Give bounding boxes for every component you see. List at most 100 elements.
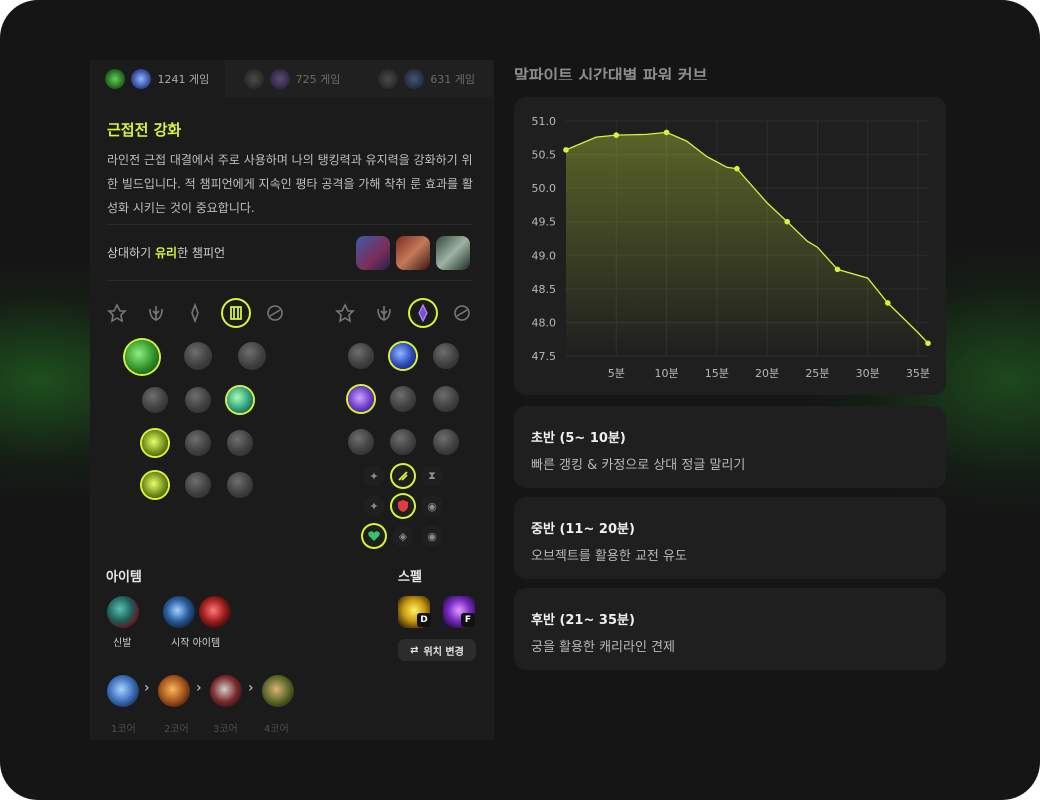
keystone-aftershock-rune[interactable] bbox=[184, 342, 212, 370]
swap-button-label: 위치 변경 bbox=[423, 646, 464, 658]
core-item-4-icon[interactable] bbox=[262, 675, 294, 707]
spell-key-d: D bbox=[417, 613, 431, 627]
power-curve-chart-svg: 51.0 50.5 50.0 49.5 49.0 48.5 48.0 47.5 5분 10분 15분… bbox=[532, 115, 931, 380]
shard-adaptive-icon[interactable]: ✦ bbox=[363, 495, 385, 517]
rune-tree-domination-icon[interactable] bbox=[374, 303, 394, 323]
rune-unflinching[interactable] bbox=[227, 472, 253, 498]
rune-tree-sorcery-icon[interactable] bbox=[410, 300, 436, 326]
champion-portrait[interactable] bbox=[436, 236, 470, 270]
build-tab-3[interactable]: 631 게임 bbox=[359, 60, 494, 97]
phase-title: 중반 (11~ 20분) bbox=[531, 522, 635, 537]
build-tab-1[interactable]: 1241 게임 bbox=[90, 60, 225, 97]
starter-caption: 시작 아이템 bbox=[171, 638, 221, 649]
core-item-1-icon[interactable] bbox=[107, 675, 139, 707]
data-point bbox=[834, 266, 841, 273]
rune-overgrowth[interactable] bbox=[142, 472, 168, 498]
chevron-right-icon: › bbox=[144, 680, 150, 696]
shard-health-scaling-icon[interactable]: ◉ bbox=[421, 525, 443, 547]
rune-conditioning[interactable] bbox=[142, 430, 168, 456]
rune-celerity[interactable] bbox=[390, 386, 416, 412]
divider bbox=[107, 224, 472, 225]
potion-item-icon[interactable] bbox=[199, 596, 231, 628]
y-tick-label: 47.5 bbox=[532, 350, 557, 363]
keystone-grasp-rune[interactable] bbox=[125, 340, 159, 374]
starter-item-icon[interactable] bbox=[163, 596, 195, 628]
items-section-label: 아이템 bbox=[106, 570, 142, 585]
data-point bbox=[734, 165, 740, 172]
core-caption-3: 3코어 bbox=[213, 724, 238, 735]
boots-caption: 신발 bbox=[113, 638, 132, 649]
core-item-3-icon[interactable] bbox=[210, 675, 242, 707]
power-curve-area bbox=[566, 132, 928, 356]
build-panel: 1241 게임 725 게임 631 게임 근접전 강화 라인전 근접 대결에서… bbox=[90, 60, 494, 740]
rune-nullifying-orb[interactable] bbox=[348, 343, 374, 369]
rune-demolish[interactable] bbox=[142, 387, 168, 413]
rune-second-wind[interactable] bbox=[185, 430, 211, 456]
y-tick-label: 49.5 bbox=[532, 216, 557, 229]
build-tab-2[interactable]: 725 게임 bbox=[224, 60, 360, 97]
rune-shield-bash[interactable] bbox=[227, 387, 253, 413]
shard-ability-haste-icon[interactable]: ⧗ bbox=[421, 465, 443, 487]
rune-transcendence[interactable] bbox=[348, 386, 374, 412]
keystone-guardian-rune[interactable] bbox=[238, 342, 266, 370]
y-tick-label: 51.0 bbox=[532, 115, 557, 128]
rune-tree-resolve-icon[interactable] bbox=[223, 300, 249, 326]
shard-adaptive-icon[interactable]: ✦ bbox=[363, 465, 385, 487]
x-tick-label: 15분 bbox=[705, 367, 729, 380]
shard-magic-resist-icon[interactable]: ◉ bbox=[421, 495, 443, 517]
rune-tree-sorcery-icon[interactable] bbox=[185, 302, 205, 324]
build-tab-games: 631 게임 bbox=[430, 72, 476, 86]
phase-desc: 빠른 갱킹 & 카정으로 상대 정글 말리기 bbox=[531, 458, 746, 473]
favorable-matchup-label: 상대하기 유리한 챔피언 bbox=[107, 246, 226, 260]
core-item-2-icon[interactable] bbox=[158, 675, 190, 707]
rune-bone-plating[interactable] bbox=[227, 430, 253, 456]
build-description: 라인전 근접 대결에서 주로 사용하며 나의 탱킹력과 유지력을 강화하기 위한… bbox=[107, 153, 473, 215]
chart-title: 말파이트 시간대별 파워 커브 bbox=[514, 66, 708, 80]
shard-tenacity-icon[interactable]: ◈ bbox=[392, 525, 414, 547]
rune-tree-inspiration-icon[interactable] bbox=[265, 303, 285, 323]
rune-waterwalking[interactable] bbox=[390, 429, 416, 455]
phase-title: 초반 (5~ 10분) bbox=[531, 431, 626, 446]
build-tab-games: 725 게임 bbox=[295, 72, 341, 86]
rune-tree-inspiration-icon[interactable] bbox=[452, 303, 472, 323]
rune-tree-domination-icon[interactable] bbox=[146, 303, 166, 323]
phase-title: 후반 (21~ 35분) bbox=[531, 613, 635, 628]
data-point bbox=[663, 129, 670, 136]
swap-spell-position-button[interactable]: ⇄ 위치 변경 bbox=[398, 639, 476, 661]
rune-nimbus-cloak[interactable] bbox=[433, 343, 459, 369]
rune-icon bbox=[404, 68, 425, 89]
rune-icon bbox=[243, 68, 264, 89]
rune-gathering-storm[interactable] bbox=[433, 429, 459, 455]
shard-health-icon[interactable] bbox=[363, 525, 385, 547]
rune-tree-precision-icon[interactable] bbox=[335, 303, 355, 323]
chevron-right-icon: › bbox=[248, 680, 254, 696]
rune-font-of-life[interactable] bbox=[185, 387, 211, 413]
champion-portrait[interactable] bbox=[356, 236, 390, 270]
swap-icon: ⇄ bbox=[410, 644, 419, 656]
x-tick-label: 10분 bbox=[654, 367, 678, 380]
x-tick-label: 35분 bbox=[906, 367, 930, 380]
divider bbox=[107, 280, 472, 281]
rune-absolute-focus[interactable] bbox=[433, 386, 459, 412]
phase-card-early: 초반 (5~ 10분) 빠른 갱킹 & 카정으로 상대 정글 말리기 bbox=[514, 406, 946, 488]
champion-portrait[interactable] bbox=[396, 236, 430, 270]
y-tick-label: 49.0 bbox=[532, 249, 557, 262]
shard-armor-icon[interactable] bbox=[392, 495, 414, 517]
x-tick-label: 5분 bbox=[608, 367, 625, 380]
rune-tree-precision-icon[interactable] bbox=[107, 303, 127, 323]
core-caption-4: 4코어 bbox=[264, 724, 289, 735]
build-tab-games: 1241 게임 bbox=[157, 72, 210, 86]
power-curve-chart: 51.0 50.5 50.0 49.5 49.0 48.5 48.0 47.5 5분 10분 15분… bbox=[514, 97, 946, 395]
core-caption-2: 2코어 bbox=[164, 724, 189, 735]
rune-icon bbox=[269, 68, 290, 89]
data-point bbox=[563, 147, 569, 153]
rune-revitalize[interactable] bbox=[185, 472, 211, 498]
rune-scorch[interactable] bbox=[348, 429, 374, 455]
y-tick-label: 50.5 bbox=[532, 149, 557, 162]
boots-item-icon[interactable] bbox=[107, 596, 139, 628]
build-tabs: 1241 게임 725 게임 631 게임 bbox=[90, 60, 494, 97]
rune-manaflow-band[interactable] bbox=[390, 343, 416, 369]
shard-attack-speed-icon[interactable] bbox=[392, 465, 414, 487]
phase-desc: 오브젝트를 활용한 교전 유도 bbox=[531, 549, 687, 564]
y-tick-label: 48.5 bbox=[532, 283, 557, 296]
